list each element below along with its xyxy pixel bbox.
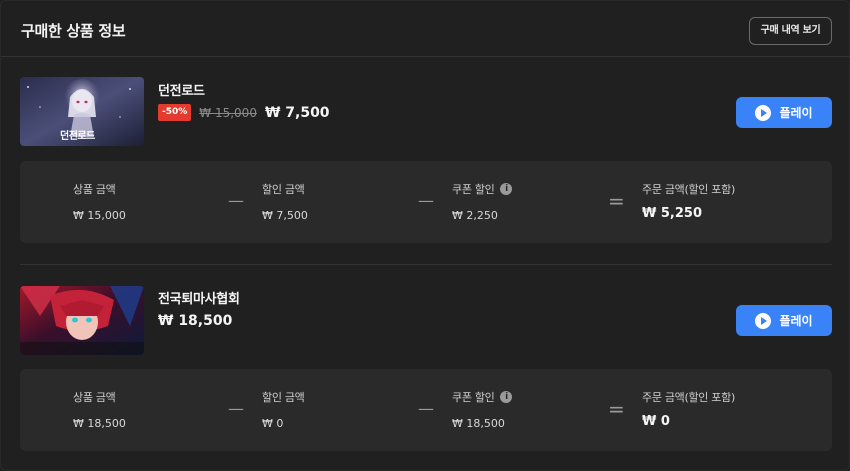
product-amount-label: 상품 금액 xyxy=(73,183,116,196)
exorcist-association-artwork xyxy=(20,286,144,355)
discount-amount-value: ₩ 7,500 xyxy=(262,209,308,222)
product-amount-column: 상품 금액 ₩ 18,500 xyxy=(73,389,126,430)
discount-badge: -50% xyxy=(158,104,192,121)
play-icon xyxy=(755,104,772,121)
play-button[interactable]: 플레이 xyxy=(736,97,832,128)
game-thumbnail[interactable] xyxy=(20,286,144,355)
discount-amount-label: 할인 금액 xyxy=(262,391,305,404)
purchase-history-button[interactable]: 구매 내역 보기 xyxy=(749,17,832,45)
game-thumbnail[interactable]: 던전로드 xyxy=(20,77,144,146)
info-icon[interactable]: i xyxy=(500,391,513,403)
product-amount-label: 상품 금액 xyxy=(73,391,116,404)
coupon-discount-column: 쿠폰 할인 i ₩ 2,250 xyxy=(452,181,513,222)
equals-sign: = xyxy=(608,189,625,213)
order-amount-label: 주문 금액(할인 포함) xyxy=(642,183,735,196)
game-title[interactable]: 전국퇴마사협회 xyxy=(158,288,240,307)
product-amount-column: 상품 금액 ₩ 15,000 xyxy=(73,181,126,222)
panel-header: 구매한 상품 정보 구매 내역 보기 xyxy=(1,1,850,57)
product-amount-value: ₩ 15,000 xyxy=(73,209,126,222)
product-amount-value: ₩ 18,500 xyxy=(73,417,126,430)
game-title[interactable]: 던전로드 xyxy=(158,80,205,99)
coupon-discount-value: ₩ 18,500 xyxy=(452,417,505,430)
final-price: ₩ 7,500 xyxy=(264,104,330,121)
discount-amount-value: ₩ 0 xyxy=(262,417,284,430)
coupon-discount-label: 쿠폰 할인 i xyxy=(452,389,513,405)
order-amount-column: 주문 금액(할인 포함) ₩ 5,250 xyxy=(642,181,735,221)
order-amount-value: ₩ 0 xyxy=(642,414,670,429)
order-amount-column: 주문 금액(할인 포함) ₩ 0 xyxy=(642,389,735,429)
minus-sign: — xyxy=(418,399,434,418)
final-price: ₩ 18,500 xyxy=(158,313,233,329)
minus-sign: — xyxy=(418,191,434,210)
price-row: -50% ₩ 15,000 ₩ 7,500 xyxy=(158,104,330,121)
thumbnail-logo-text: 던전로드 xyxy=(60,131,95,142)
minus-sign: — xyxy=(228,191,244,210)
discount-amount-column: 할인 금액 ₩ 0 xyxy=(262,389,305,430)
order-amount-label: 주문 금액(할인 포함) xyxy=(642,391,735,404)
original-price: ₩ 15,000 xyxy=(199,105,257,120)
order-amount-value: ₩ 5,250 xyxy=(642,206,702,221)
equals-sign: = xyxy=(608,397,625,421)
coupon-discount-label: 쿠폰 할인 i xyxy=(452,181,513,197)
coupon-discount-label-text: 쿠폰 할인 xyxy=(452,183,495,196)
play-button[interactable]: 플레이 xyxy=(736,305,832,336)
coupon-discount-column: 쿠폰 할인 i ₩ 18,500 xyxy=(452,389,513,430)
coupon-discount-label-text: 쿠폰 할인 xyxy=(452,391,495,404)
play-label: 플레이 xyxy=(779,106,813,120)
discount-amount-column: 할인 금액 ₩ 7,500 xyxy=(262,181,308,222)
purchased-product-panel: 구매한 상품 정보 구매 내역 보기 던전로드 던전로드 -50% ₩ 15,0… xyxy=(0,0,850,471)
play-label: 플레이 xyxy=(779,314,813,328)
page-title: 구매한 상품 정보 xyxy=(21,22,126,40)
discount-amount-label: 할인 금액 xyxy=(262,183,305,196)
info-icon[interactable]: i xyxy=(500,183,513,195)
price-breakdown: 상품 금액 ₩ 18,500 — 할인 금액 ₩ 0 — 쿠폰 할인 i ₩ 1… xyxy=(20,369,832,451)
minus-sign: — xyxy=(228,399,244,418)
coupon-discount-value: ₩ 2,250 xyxy=(452,209,498,222)
play-icon xyxy=(755,312,772,329)
price-breakdown: 상품 금액 ₩ 15,000 — 할인 금액 ₩ 7,500 — 쿠폰 할인 i… xyxy=(20,161,832,243)
price-row: ₩ 18,500 xyxy=(158,313,232,329)
section-divider xyxy=(20,264,832,265)
